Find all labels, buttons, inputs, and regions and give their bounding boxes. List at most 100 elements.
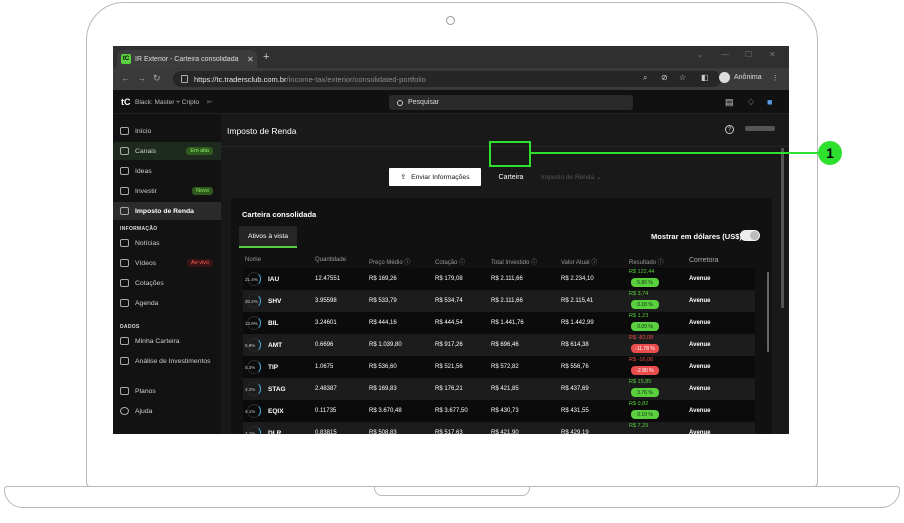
star-icon[interactable]: ☆ [679, 73, 686, 82]
corretora-cell: Avenue [689, 430, 711, 434]
total-investido-cell: R$ 2.111,66 [491, 276, 523, 282]
resultado-value: R$ 3,74 [629, 291, 649, 297]
maximize-icon[interactable]: ☐ [745, 50, 752, 59]
address-bar[interactable]: https://tc.tradersclub.com.br/income-tax… [173, 71, 721, 87]
cotacao-cell: R$ 179,08 [435, 276, 463, 282]
sidebar-item-imposto[interactable]: Imposto de Renda [113, 202, 221, 220]
total-investido-cell: R$ 421,85 [491, 386, 519, 392]
allocation-pct: 20.2% [245, 299, 258, 304]
sidepanel-icon[interactable]: ◧ [701, 73, 709, 82]
column-header[interactable]: Corretora [689, 257, 719, 264]
table-row[interactable]: 4.1% EQIX 0.11735 R$ 3.670,48 R$ 3.677,50 R$ … [243, 400, 755, 422]
table-row[interactable]: 4.2% STAG 2.48387 R$ 169,83 R$ 176,21 R$ 421,… [243, 378, 755, 400]
table-row[interactable]: 13.8% BIL 3.24601 R$ 444,16 R$ 444,54 R$ 1.44… [243, 312, 755, 334]
screen: tC IR Exterior - Carteira consolidada ✕ … [113, 46, 789, 434]
app-topbar: tC Black: Master + Cripto ⇤ Pesquisar ▤ … [113, 90, 789, 114]
webcam [446, 16, 455, 25]
table-row[interactable]: 4.1% DLR 0.83815 R$ 508,83 R$ 517,63 R$ 421,9… [243, 422, 755, 434]
sidebar-item-ajuda[interactable]: Ajuda [113, 402, 221, 420]
enviar-informacoes-button[interactable]: ⇪ Enviar Informações [389, 168, 481, 186]
ticker: AMT [268, 342, 283, 349]
news-icon [120, 239, 129, 247]
column-header[interactable]: Nome [245, 257, 261, 263]
table-scrollbar[interactable] [767, 272, 769, 352]
preco-medio-cell: R$ 169,83 [369, 386, 397, 392]
url-text: https://tc.tradersclub.com.br/income-tax… [194, 74, 426, 84]
close-icon[interactable]: ✕ [247, 55, 254, 64]
sidebar-item-inicio[interactable]: Início [113, 122, 221, 140]
table-row[interactable]: 21.4% IAU 12.47551 R$ 169,26 R$ 179,08 R$ 2.1… [243, 268, 755, 290]
sidebar-item-ideas[interactable]: Ideas [113, 162, 221, 180]
column-header[interactable]: Quantidade [315, 257, 346, 263]
usd-toggle[interactable] [740, 230, 760, 241]
hash-icon [120, 147, 129, 155]
sidebar-item-carteira[interactable]: Minha Carteira [113, 332, 221, 350]
valor-atual-cell: R$ 2.234,10 [561, 276, 594, 282]
section-header: DADOS [120, 324, 140, 330]
chat-icon[interactable]: ▤ [725, 97, 734, 108]
new-tab-icon[interactable]: + [263, 51, 269, 63]
sidebar-item-analise[interactable]: Análise de Investimentos [113, 352, 221, 370]
collapse-sidebar-icon[interactable]: ⇤ [207, 98, 213, 106]
total-investido-cell: R$ 1.441,76 [491, 320, 524, 326]
chevron-down-icon[interactable]: ⌄ [697, 50, 704, 59]
minimize-icon[interactable]: — [721, 50, 729, 59]
sidebar-item-planos[interactable]: Planos [113, 382, 221, 400]
column-header[interactable]: Resultado ⓘ [629, 257, 664, 266]
laptop-frame: tC IR Exterior - Carteira consolidada ✕ … [0, 0, 904, 523]
column-header[interactable]: Cotação ⓘ [435, 257, 465, 266]
wallet-icon [120, 337, 129, 345]
reload-icon[interactable]: ↻ [153, 73, 161, 84]
browser-tab[interactable]: tC IR Exterior - Carteira consolidada ✕ [117, 50, 257, 68]
tab-imposto-de-renda[interactable]: Imposto de Renda ⌄ [541, 173, 601, 181]
eye-off-icon[interactable]: ⊘ [661, 73, 668, 82]
valor-atual-cell: R$ 2.115,41 [561, 298, 594, 304]
corretora-cell: Avenue [689, 342, 711, 348]
sidebar-item-investir[interactable]: Investir Novo [113, 182, 221, 200]
lock-icon [181, 75, 188, 83]
cotacao-cell: R$ 521,56 [435, 364, 463, 370]
back-icon[interactable]: ← [121, 73, 130, 83]
column-header[interactable]: Valor Atual ⓘ [561, 257, 597, 266]
tax-icon [120, 207, 129, 215]
forward-icon[interactable]: → [137, 73, 146, 83]
sidebar-item-noticias[interactable]: Notícias [113, 234, 221, 252]
status-badge: Ao vivo [186, 259, 213, 267]
help-icon[interactable]: ? [725, 125, 734, 134]
avatar[interactable]: ■ [767, 97, 772, 107]
zoom-icon[interactable]: ⌕ [643, 73, 647, 83]
sidebar-item-canais[interactable]: Canais Em alta [113, 142, 221, 160]
search-input[interactable]: Pesquisar [389, 95, 633, 110]
column-header[interactable]: Preço Médio ⓘ [369, 257, 410, 266]
cotacao-cell: R$ 444,54 [435, 320, 463, 326]
cotacao-cell: R$ 534,74 [435, 298, 463, 304]
user-menu[interactable] [745, 126, 775, 131]
home-icon [120, 127, 129, 135]
profile-button[interactable]: Anônima ⋮ [719, 72, 779, 83]
table-row[interactable]: 5.3% TIP 1.0675 R$ 536,60 R$ 521,56 R$ 572,82… [243, 356, 755, 378]
column-header[interactable]: Total Investido ⓘ [491, 257, 537, 266]
preco-medio-cell: R$ 3.670,48 [369, 408, 402, 414]
section-header: INFORMAÇÃO [120, 226, 158, 232]
quantity-cell: 2.48387 [315, 386, 337, 392]
active-tab-indicator [239, 246, 297, 248]
incognito-icon [719, 72, 730, 83]
table-row[interactable]: 5.9% AMT 0.6696 R$ 1.039,80 R$ 917,26 R$ 696,… [243, 334, 755, 356]
quantity-cell: 1.0675 [315, 364, 334, 370]
bell-icon[interactable]: ♢ [747, 97, 755, 108]
search-placeholder: Pesquisar [408, 99, 440, 106]
window-close-icon[interactable]: ✕ [769, 50, 776, 59]
sidebar-item-cotacoes[interactable]: Cotações [113, 274, 221, 292]
sidebar-item-videos[interactable]: Vídeos Ao vivo [113, 254, 221, 272]
app-logo[interactable]: tC [121, 97, 131, 107]
help-icon [120, 407, 129, 415]
tab-carteira[interactable]: Carteira [491, 168, 531, 186]
sidebar-item-agenda[interactable]: Agenda [113, 294, 221, 312]
menu-icon[interactable]: ⋮ [772, 74, 779, 82]
ticker: STAG [268, 386, 286, 393]
tab-ativos-a-vista[interactable]: Ativos à vista [239, 226, 297, 246]
bulb-icon [120, 167, 129, 175]
page-scrollbar[interactable] [781, 148, 784, 308]
table-row[interactable]: 20.2% SHV 3.95598 R$ 533,79 R$ 534,74 R$ 2.11… [243, 290, 755, 312]
allocation-pct: 4.1% [245, 431, 256, 434]
